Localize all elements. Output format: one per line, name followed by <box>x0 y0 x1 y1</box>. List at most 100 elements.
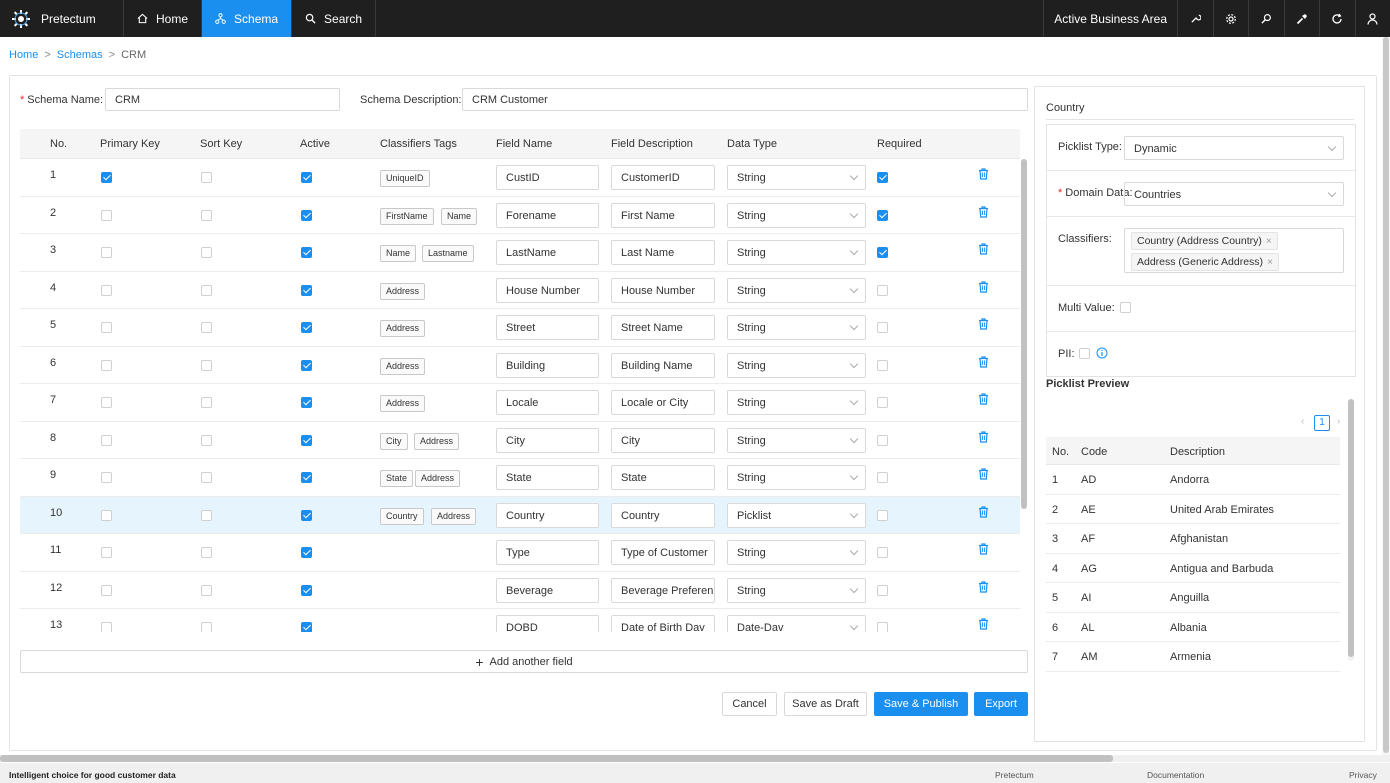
trash-icon[interactable] <box>978 168 989 183</box>
refresh-icon[interactable] <box>1319 0 1355 37</box>
breadcrumb-schemas[interactable]: Schemas <box>57 49 103 61</box>
data-type-select[interactable]: Picklist <box>727 502 866 528</box>
nav-search[interactable]: Search <box>292 0 377 37</box>
required-checkbox[interactable] <box>877 547 888 558</box>
required-checkbox[interactable] <box>877 584 888 596</box>
required-checkbox[interactable] <box>877 622 888 632</box>
field-description-input[interactable]: Building Name <box>611 352 715 378</box>
active-checkbox[interactable] <box>301 584 312 596</box>
classifier-tag[interactable]: Address <box>380 357 426 375</box>
field-description-input[interactable]: State <box>611 465 715 490</box>
cancel-button[interactable]: Cancel <box>722 692 777 716</box>
table-row[interactable]: 5 Address Street Street Name String <box>20 309 1020 347</box>
field-name-input[interactable]: DOBD <box>496 615 599 632</box>
field-name-input[interactable]: Forename <box>496 202 599 228</box>
active-checkbox[interactable] <box>301 359 312 371</box>
sort-key-checkbox[interactable] <box>201 622 212 632</box>
field-name-input[interactable]: Street <box>496 315 599 340</box>
active-checkbox[interactable] <box>301 397 312 408</box>
table-row[interactable]: 7 Address Locale Locale or City String <box>20 384 1020 422</box>
trash-icon[interactable] <box>978 468 989 483</box>
close-icon[interactable]: × <box>1266 236 1272 247</box>
classifier-tag[interactable]: Name <box>380 245 417 262</box>
footer-brand-link[interactable]: Pretectum <box>995 770 1034 780</box>
sort-key-checkbox[interactable] <box>201 434 212 446</box>
required-checkbox[interactable] <box>877 247 888 258</box>
table-row[interactable]: 3 Name Lastname LastName Last Name String <box>20 234 1020 272</box>
trash-icon[interactable] <box>978 430 989 446</box>
primary-key-checkbox[interactable] <box>101 322 112 333</box>
active-checkbox[interactable] <box>301 509 312 521</box>
required-checkbox[interactable] <box>877 397 888 408</box>
add-another-field-button[interactable]: + Add another field <box>20 650 1028 673</box>
sort-key-checkbox[interactable] <box>201 322 212 333</box>
field-name-input[interactable]: Country <box>496 502 599 528</box>
classifier-tag[interactable]: Country <box>380 507 424 525</box>
field-description-input[interactable]: Type of Customer <box>611 540 715 565</box>
data-type-select[interactable]: String <box>727 352 866 378</box>
pii-checkbox[interactable] <box>1079 348 1090 359</box>
trash-icon[interactable] <box>978 205 989 221</box>
save-as-draft-button[interactable]: Save as Draft <box>784 692 867 716</box>
active-checkbox[interactable] <box>301 622 312 632</box>
gear-icon[interactable] <box>1212 0 1249 37</box>
primary-key-checkbox[interactable] <box>101 547 112 558</box>
active-checkbox[interactable] <box>301 472 312 483</box>
field-name-input[interactable]: LastName <box>496 240 599 265</box>
field-description-input[interactable]: Last Name <box>611 240 715 265</box>
sort-key-checkbox[interactable] <box>201 584 212 596</box>
field-description-input[interactable]: First Name <box>611 202 715 228</box>
sort-key-checkbox[interactable] <box>201 284 212 296</box>
field-name-input[interactable]: Building <box>496 352 599 378</box>
data-type-select[interactable]: String <box>727 277 866 303</box>
field-name-input[interactable]: House Number <box>496 277 599 303</box>
classifier-tag[interactable]: Name <box>441 207 478 225</box>
save-and-publish-button[interactable]: Save & Publish <box>874 692 968 716</box>
data-type-select[interactable]: String <box>727 315 866 340</box>
trash-icon[interactable] <box>978 580 989 596</box>
active-checkbox[interactable] <box>301 547 312 558</box>
chevron-right-icon[interactable]: › <box>1337 416 1340 427</box>
table-row[interactable]: 6 Address Building Building Name String <box>20 347 1020 384</box>
field-name-input[interactable]: CustID <box>496 165 599 190</box>
classifier-tag[interactable]: Lastname <box>422 245 474 262</box>
active-checkbox[interactable] <box>301 172 312 183</box>
primary-key-checkbox[interactable] <box>101 397 112 408</box>
table-row[interactable]: 2 FirstName Name Forename First Name String <box>20 197 1020 234</box>
page-horizontal-scrollbar[interactable] <box>0 755 1390 762</box>
sort-key-checkbox[interactable] <box>201 509 212 521</box>
trash-icon[interactable] <box>978 243 989 258</box>
primary-key-checkbox[interactable] <box>101 172 112 183</box>
wrench-icon[interactable] <box>1177 0 1213 37</box>
picklist-type-select[interactable]: Dynamic <box>1124 136 1344 160</box>
primary-key-checkbox[interactable] <box>101 434 112 446</box>
sort-key-checkbox[interactable] <box>201 397 212 408</box>
data-type-select[interactable]: String <box>727 240 866 265</box>
schema-description-input[interactable]: CRM Customer <box>462 88 1028 111</box>
trash-icon[interactable] <box>978 505 989 521</box>
field-description-input[interactable]: City <box>611 427 715 453</box>
required-checkbox[interactable] <box>877 434 888 446</box>
classifiers-select[interactable]: Country (Address Country) × Address (Gene… <box>1124 228 1344 273</box>
classifier-tag[interactable]: Address <box>380 320 426 337</box>
required-checkbox[interactable] <box>877 172 888 183</box>
trash-icon[interactable] <box>978 618 989 632</box>
sort-key-checkbox[interactable] <box>201 359 212 371</box>
classifier-tag[interactable]: Address <box>380 395 426 412</box>
field-description-input[interactable]: Country <box>611 502 715 528</box>
sort-key-checkbox[interactable] <box>201 247 212 258</box>
sort-key-checkbox[interactable] <box>201 472 212 483</box>
data-type-select[interactable]: String <box>727 577 866 603</box>
required-checkbox[interactable] <box>877 509 888 521</box>
required-checkbox[interactable] <box>877 209 888 221</box>
table-row[interactable]: 4 Address House Number House Number String <box>20 272 1020 309</box>
tool-icon[interactable] <box>1283 0 1320 37</box>
table-row[interactable]: 9 State Address State State String <box>20 459 1020 497</box>
required-checkbox[interactable] <box>877 359 888 371</box>
magnify-icon[interactable] <box>1248 0 1284 37</box>
sort-key-checkbox[interactable] <box>201 172 212 183</box>
primary-key-checkbox[interactable] <box>101 584 112 596</box>
classifier-tag[interactable]: Address <box>414 432 460 450</box>
required-checkbox[interactable] <box>877 472 888 483</box>
data-type-select[interactable]: Date-Dav <box>727 615 866 632</box>
